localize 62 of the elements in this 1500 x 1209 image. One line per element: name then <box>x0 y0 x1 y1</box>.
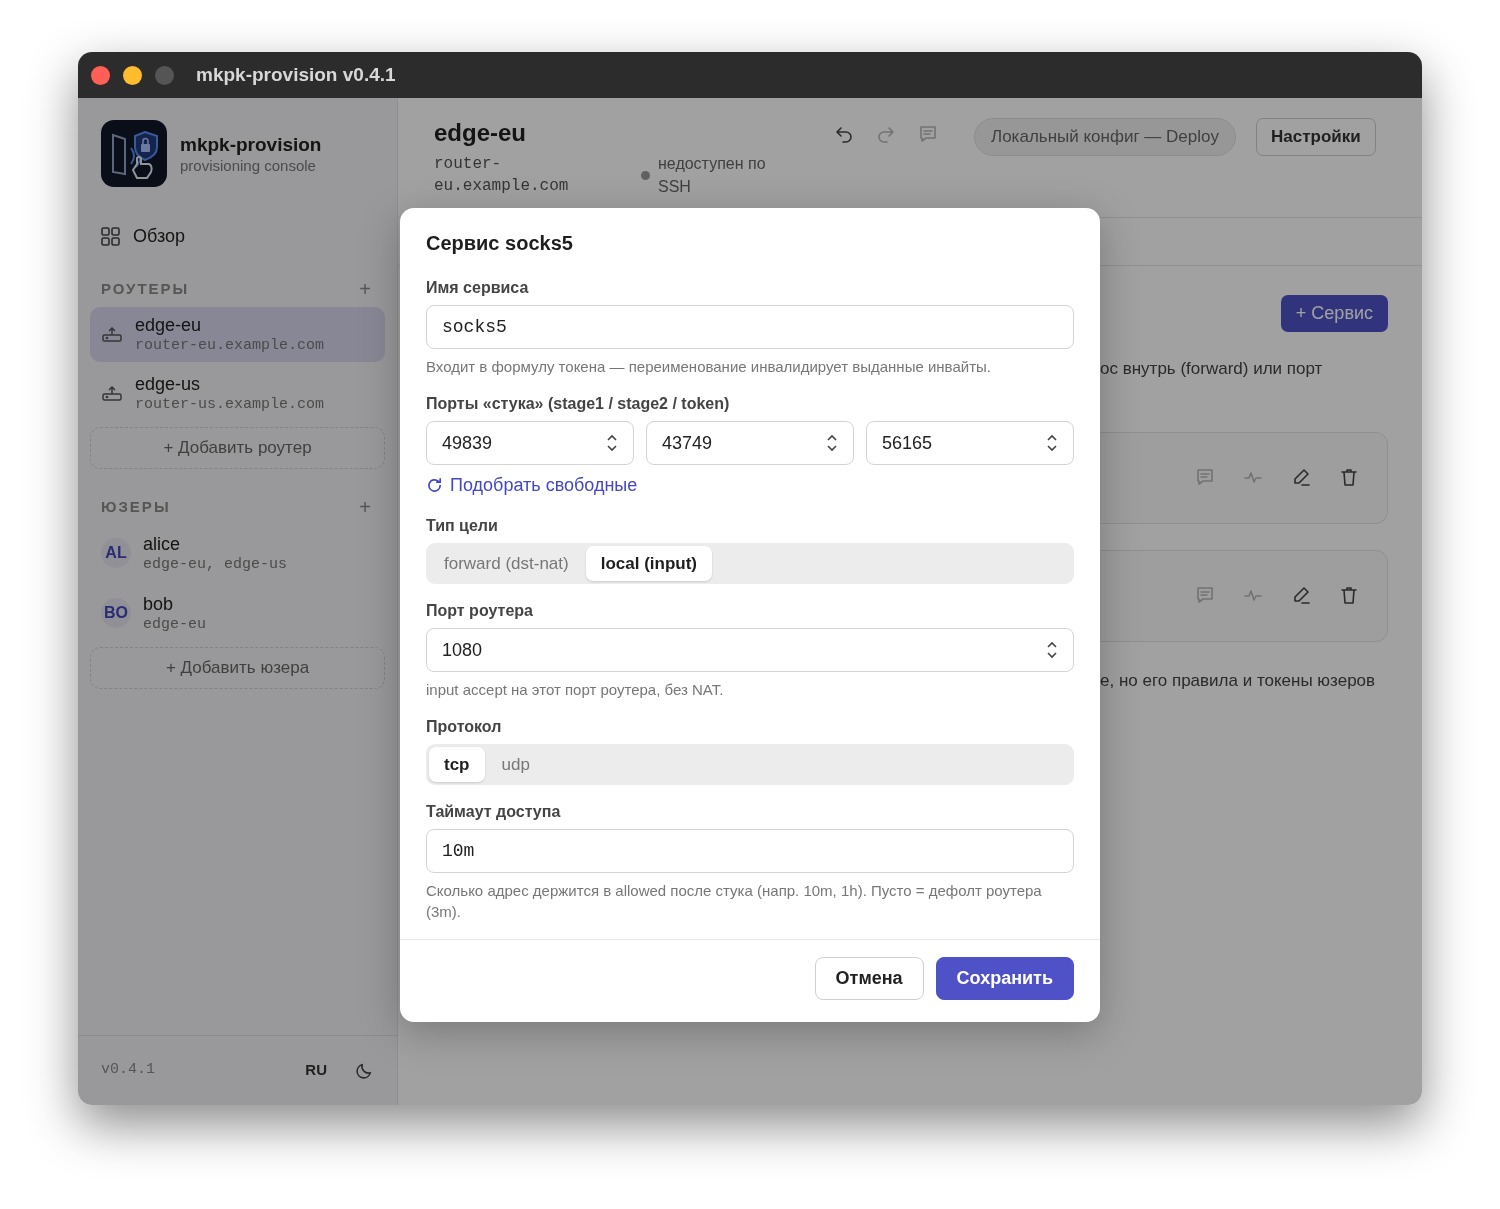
text-field[interactable]: socks5 <box>426 305 1074 349</box>
field-label: Порт роутера <box>426 601 534 621</box>
add-service-button[interactable]: + Сервис <box>1280 295 1388 332</box>
note-text: е, но его правила и токены юзеров <box>1100 669 1377 692</box>
close-window-button[interactable] <box>91 65 110 85</box>
pencil-icon[interactable] <box>1291 467 1311 488</box>
dialog-title: Сервис socks5 <box>426 231 574 256</box>
minimize-window-button[interactable] <box>123 65 142 85</box>
window-title: mkpk-provision v0.4.1 <box>196 62 396 87</box>
add-router-button[interactable]: + Добавить роутер <box>90 427 385 469</box>
router-host: router-eu.example.com <box>434 154 570 197</box>
language-toggle[interactable]: RU <box>305 1059 327 1082</box>
add-user-button[interactable]: + Добавить юзера <box>90 647 385 689</box>
field-hint: Сколько адрес держится в allowed после стука (напр. 10m, 1h). Пусто = дефолт роутера (3m). <box>426 881 1043 922</box>
segment-option[interactable]: local (input) <box>585 546 713 581</box>
trash-icon[interactable] <box>1339 585 1359 606</box>
port-field[interactable]: 56165 <box>866 421 1074 465</box>
port-field[interactable]: 49839 <box>426 421 634 465</box>
intro-text: ос внутрь (forward) или порт <box>1100 358 1324 380</box>
field-label: Имя сервиса <box>426 278 530 298</box>
section-heading: РОУТЕРЫ <box>101 278 190 299</box>
moon-icon[interactable] <box>355 1061 374 1080</box>
deploy-button[interactable]: Локальный конфиг — Deploy <box>974 118 1236 156</box>
field-label: Протокол <box>426 717 503 737</box>
segment-option[interactable]: forward (dst-nat) <box>429 546 584 581</box>
router-icon <box>102 326 122 343</box>
spinner-icon[interactable] <box>1046 433 1058 453</box>
refresh-icon <box>426 477 443 494</box>
undo-icon[interactable] <box>834 124 854 145</box>
number-field[interactable]: 1080 <box>426 628 1074 672</box>
user-avatar: AL <box>101 538 131 568</box>
field-label: Тип цели <box>426 516 499 536</box>
field-label: Таймаут доступа <box>426 802 562 822</box>
cancel-button[interactable]: Отмена <box>814 957 924 1000</box>
router-icon <box>102 385 122 402</box>
field-hint: input accept на этот порт роутера, без NAT. <box>426 680 725 700</box>
settings-button[interactable]: Настройки <box>1256 118 1376 156</box>
grid-icon <box>101 226 120 246</box>
version-label: v0.4.1 <box>101 1060 155 1081</box>
save-button[interactable]: Сохранить <box>935 957 1074 1000</box>
spinner-icon[interactable] <box>1046 640 1058 660</box>
port-field[interactable]: 43749 <box>646 421 854 465</box>
field-label: Порты «стука» (stage1 / stage2 / token) <box>426 394 731 414</box>
app-name: mkpk-provision <box>180 132 322 157</box>
segment-option[interactable]: tcp <box>429 747 485 782</box>
spinner-icon[interactable] <box>826 433 838 453</box>
pick-free-ports-link[interactable]: Подобрать свободные <box>426 472 638 499</box>
pencil-icon[interactable] <box>1291 585 1311 606</box>
trash-icon[interactable] <box>1339 467 1359 488</box>
status-text: недоступен по SSH <box>658 154 767 197</box>
text-field[interactable]: 10m <box>426 829 1074 873</box>
overview-item[interactable]: Обзор <box>101 221 385 251</box>
field-hint: Входит в формулу токена — переименование инвалидирует выданные инвайты. <box>426 357 992 377</box>
segment-option[interactable]: udp <box>486 747 545 782</box>
router-item[interactable]: edge-us router-us.example.com <box>90 366 385 421</box>
app-subtitle: provisioning console <box>180 156 317 175</box>
user-avatar: BO <box>101 598 131 628</box>
router-title: edge-eu <box>434 118 527 148</box>
spinner-icon[interactable] <box>606 433 618 453</box>
section-heading: ЮЗЕРЫ <box>101 496 171 517</box>
logo-icon <box>101 120 167 187</box>
router-item[interactable]: edge-eu router-eu.example.com <box>90 307 385 362</box>
